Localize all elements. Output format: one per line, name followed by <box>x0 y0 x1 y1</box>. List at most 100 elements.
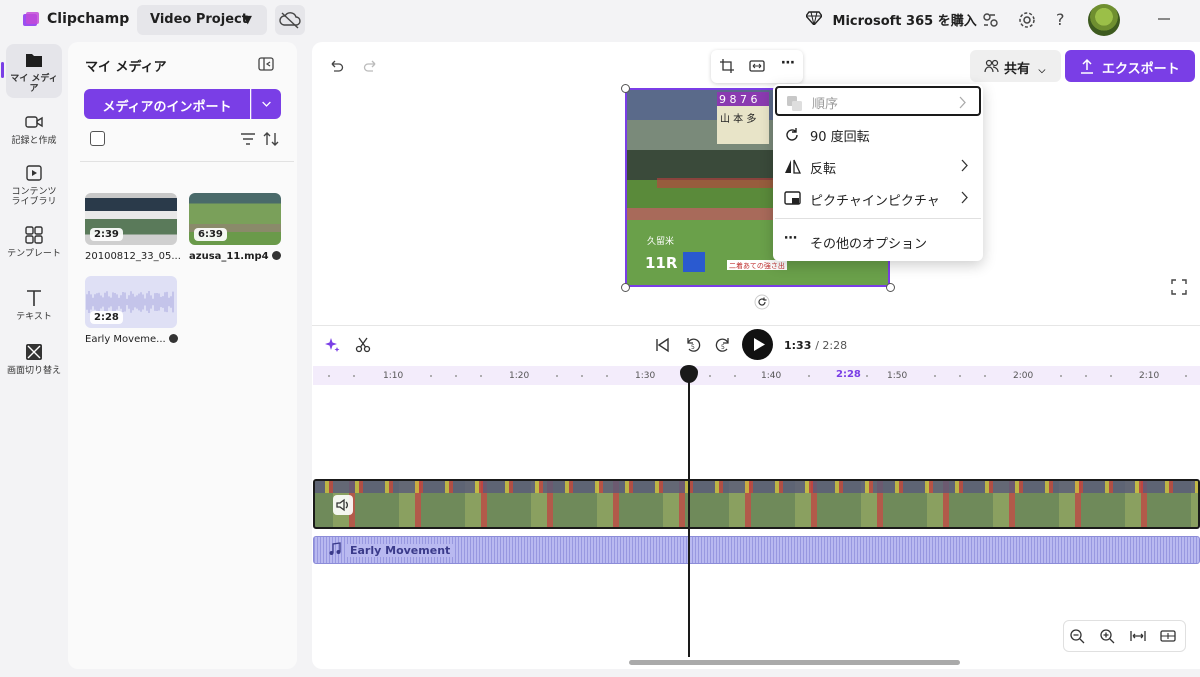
ruler-dot <box>328 375 330 377</box>
rotate-icon <box>786 128 798 141</box>
split-scissors-icon[interactable] <box>355 337 371 353</box>
ruler-dot <box>353 375 355 377</box>
filter-icon[interactable] <box>240 132 256 146</box>
audio-thumbnail[interactable]: 2:28 <box>85 276 177 328</box>
help-icon[interactable]: ? <box>1056 10 1076 30</box>
select-all-checkbox[interactable] <box>90 131 105 146</box>
video-clip-track[interactable] <box>313 479 1200 529</box>
rail-item-content-library[interactable]: コンテンツ ライブラリ <box>6 163 62 211</box>
rail-item-templates[interactable]: テンプレート <box>6 225 62 269</box>
clipchamp-logo-icon <box>23 12 39 26</box>
rail-item-label: 記録と作成 <box>11 136 57 146</box>
timeline-scrollbar[interactable] <box>629 660 960 665</box>
menu-item-rotate-90[interactable]: 90 度回転 <box>775 119 981 149</box>
expand-tracks-icon[interactable] <box>1160 628 1176 644</box>
rail-item-record-create[interactable]: 記録と作成 <box>6 112 62 152</box>
fit-icon[interactable] <box>749 58 765 74</box>
menu-item-flip[interactable]: 反転 <box>775 151 981 181</box>
ruler-dot <box>808 375 810 377</box>
timeline-ruler[interactable]: 1:10 1:20 1:30 1:40 2:28 1:50 2:00 2:10 <box>313 366 1200 385</box>
video-camera-icon <box>25 116 43 128</box>
ruler-tick: 1:20 <box>509 371 530 381</box>
media-name-text: azusa_11.mp4 <box>189 251 269 262</box>
settings-gear-icon[interactable] <box>1017 10 1037 30</box>
project-name-dropdown[interactable]: Video Project ▼ <box>137 5 267 35</box>
ruler-tick: 1:40 <box>761 371 782 381</box>
more-options-icon: ⋯ <box>784 231 797 246</box>
chevron-right-icon <box>959 96 966 109</box>
rail-active-indicator <box>1 62 4 78</box>
share-button[interactable]: 共有 ⌵ <box>970 50 1061 82</box>
overlay-numbers: 9 8 7 6 <box>719 93 757 106</box>
buy-microsoft365-button[interactable]: Microsoft 365 を購入 <box>806 10 977 29</box>
rotate-handle-icon[interactable] <box>754 294 770 310</box>
rail-item-label: テキスト <box>16 312 52 322</box>
duration-badge: 6:39 <box>194 228 227 241</box>
speaker-volume-icon[interactable] <box>333 495 353 515</box>
rail-item-transitions[interactable]: 画面切り替え <box>6 342 62 386</box>
media-name-text: 20100812_33_05... <box>85 251 181 262</box>
import-media-button[interactable]: メディアのインポート <box>84 89 250 119</box>
media-item-name: 20100812_33_05... <box>85 251 185 262</box>
sparkle-icon[interactable] <box>324 337 340 353</box>
media-thumbnail[interactable]: 2:39 <box>85 193 177 245</box>
duration-badge: 2:28 <box>90 311 123 324</box>
menu-item-more-options[interactable]: ⋯ その他のオプション <box>775 226 981 256</box>
total-time: / 2:28 <box>815 339 848 352</box>
ruler-dot <box>1185 375 1187 377</box>
order-layers-icon <box>787 96 802 111</box>
collapse-panel-icon[interactable] <box>258 56 274 72</box>
rail-item-text[interactable]: テキスト <box>6 288 62 324</box>
resize-handle[interactable] <box>886 283 895 292</box>
menu-item-order[interactable]: 順序 <box>775 86 981 116</box>
ruler-dot <box>480 375 482 377</box>
skip-to-start-icon[interactable] <box>653 336 671 354</box>
ruler-dot <box>455 375 457 377</box>
ruler-dot <box>959 375 961 377</box>
chevron-down-icon[interactable] <box>251 89 281 119</box>
text-t-icon <box>27 290 41 306</box>
panel-divider <box>80 161 294 162</box>
end-marker: 2:28 <box>836 369 861 380</box>
redo-icon[interactable] <box>363 58 379 74</box>
chevron-right-icon <box>961 191 968 204</box>
upload-icon <box>1081 58 1093 74</box>
zoom-in-icon[interactable] <box>1099 628 1115 644</box>
ruler-dot <box>606 375 608 377</box>
resize-handle[interactable] <box>621 84 630 93</box>
export-label: エクスポート <box>1102 62 1180 77</box>
window-minimize-icon[interactable] <box>1158 18 1170 20</box>
ruler-dot <box>984 375 986 377</box>
sort-icon[interactable] <box>262 130 280 148</box>
fit-timeline-icon[interactable] <box>1130 628 1146 644</box>
ruler-dot <box>734 375 736 377</box>
connected-apps-icon[interactable] <box>980 10 1000 30</box>
overlay-caption: 二着あての強さ出 <box>729 261 785 270</box>
rewind-5s-icon[interactable]: 5 <box>684 336 702 354</box>
cloud-off-icon[interactable] <box>275 5 305 35</box>
time-readout: 1:33 / 2:28 <box>784 339 847 352</box>
crop-icon[interactable] <box>719 58 735 74</box>
library-icon <box>26 165 42 181</box>
menu-item-picture-in-picture[interactable]: ピクチャインピクチャ <box>775 183 981 213</box>
playhead-line[interactable] <box>688 376 690 657</box>
more-options-icon[interactable]: ⋯ <box>781 55 797 71</box>
ruler-dot <box>934 375 936 377</box>
undo-icon[interactable] <box>328 58 344 74</box>
people-icon <box>984 59 999 73</box>
forward-5s-icon[interactable]: 5 <box>714 336 732 354</box>
rail-item-my-media[interactable]: マイ メディア <box>6 44 62 98</box>
resize-handle[interactable] <box>621 283 630 292</box>
ms365-label: Microsoft 365 を購入 <box>832 14 977 29</box>
export-button[interactable]: エクスポート <box>1065 50 1195 82</box>
caret-down-icon: ▼ <box>243 13 252 26</box>
fullscreen-icon[interactable] <box>1171 279 1187 295</box>
ruler-dot <box>556 375 558 377</box>
ruler-tick: 2:10 <box>1139 371 1160 381</box>
menu-item-label: 90 度回転 <box>810 130 870 145</box>
zoom-out-icon[interactable] <box>1069 628 1085 644</box>
music-note-icon <box>329 542 341 555</box>
user-avatar[interactable] <box>1088 4 1120 36</box>
play-button[interactable] <box>742 329 773 360</box>
media-thumbnail[interactable]: 6:39 <box>189 193 281 245</box>
